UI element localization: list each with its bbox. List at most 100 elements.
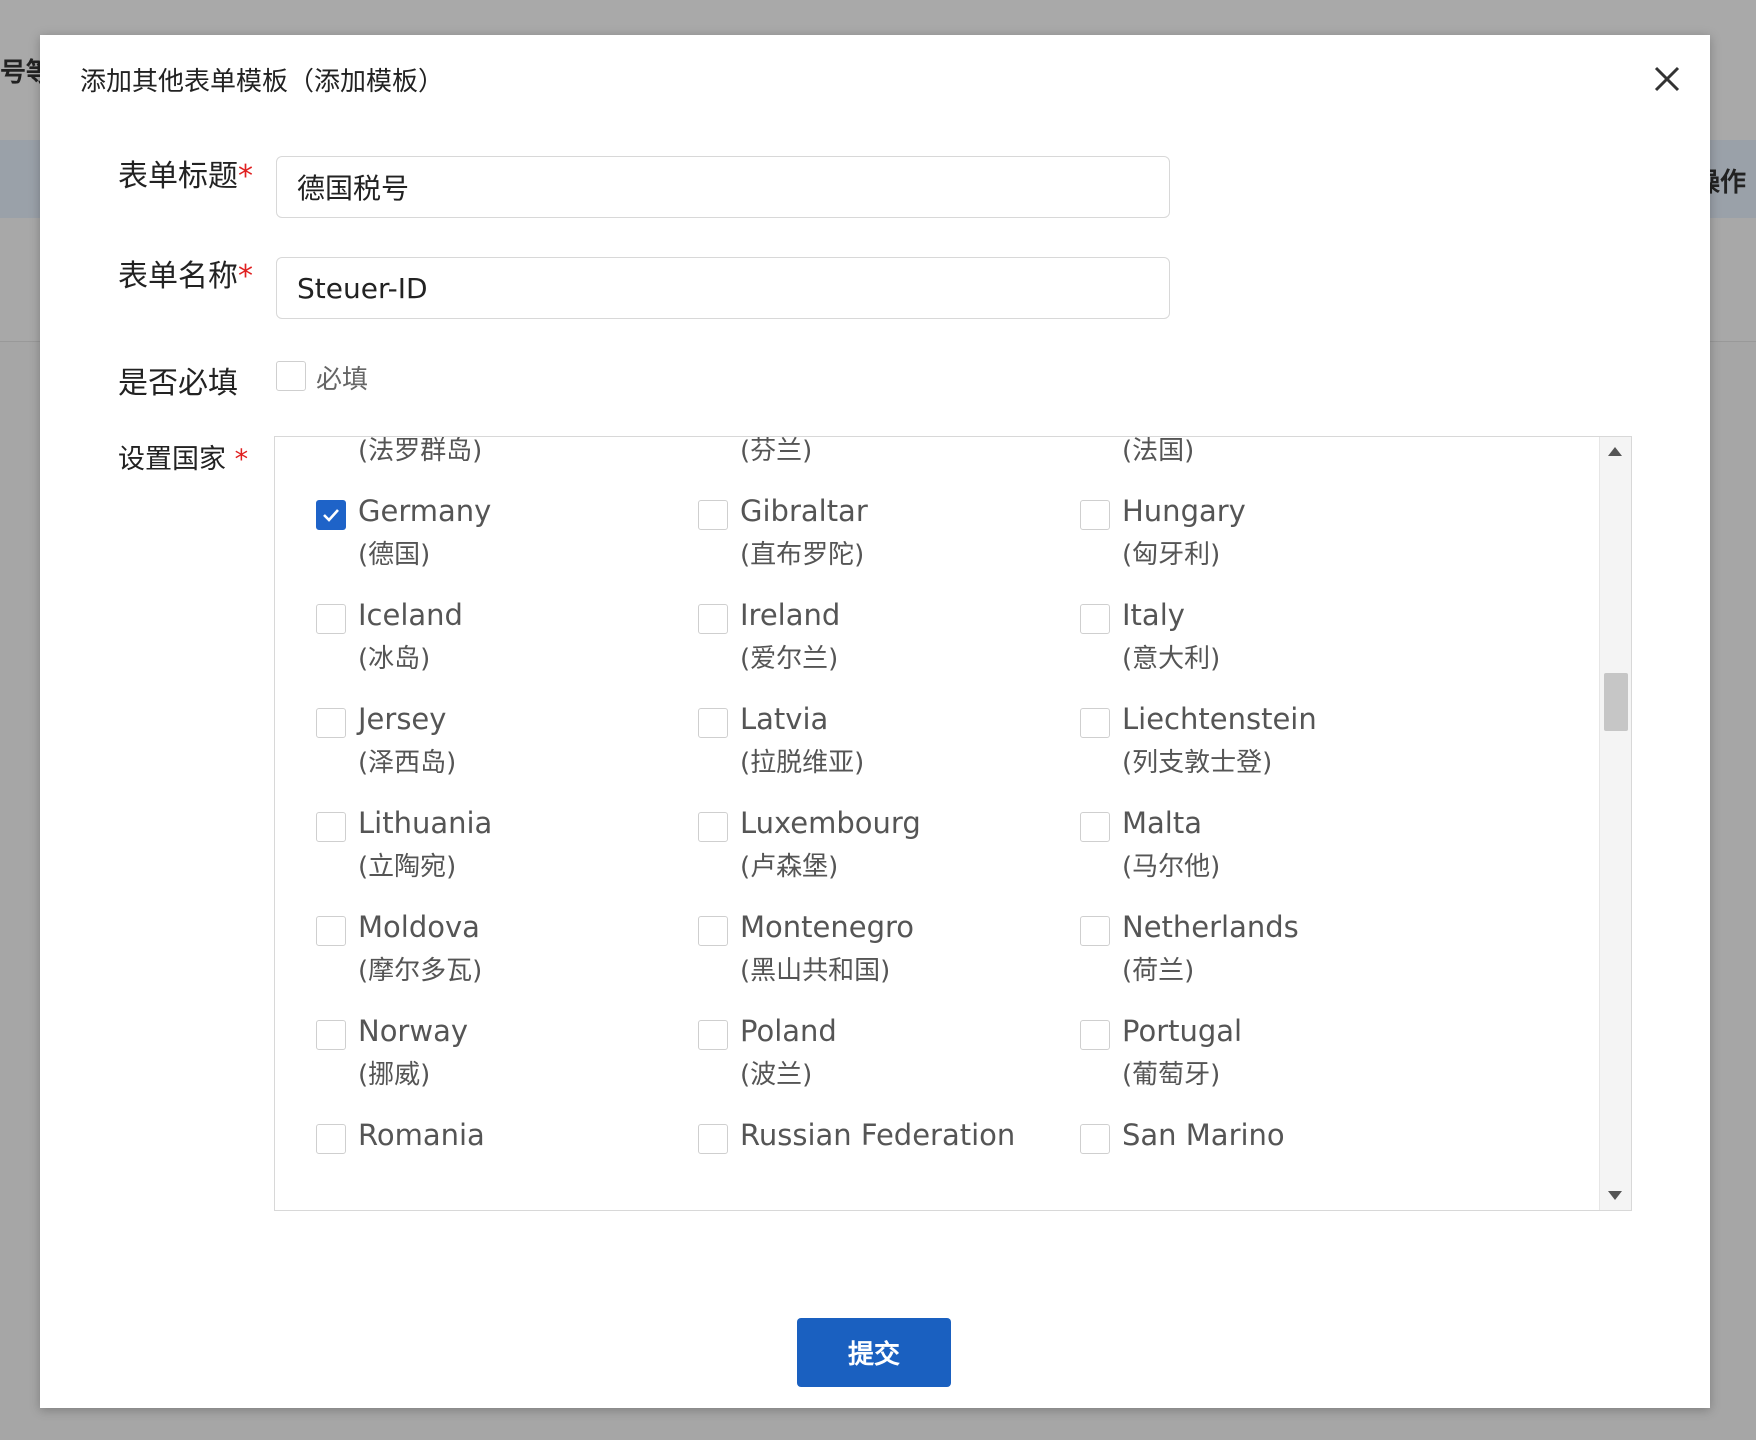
scroll-thumb[interactable] <box>1604 673 1628 731</box>
country-checkbox[interactable] <box>316 812 346 842</box>
country-checkbox[interactable] <box>316 1124 346 1154</box>
close-icon <box>1654 66 1680 92</box>
country-name-cn: (法国) <box>1122 436 1195 466</box>
required-checkbox-label[interactable]: 必填 <box>316 359 368 396</box>
country-item[interactable]: Hungary (匈牙利) <box>1080 494 1480 584</box>
country-checkbox[interactable] <box>316 1020 346 1050</box>
country-name-en: Luxembourg <box>740 806 921 840</box>
country-item[interactable]: Lithuania (立陶宛) <box>316 806 716 896</box>
country-item[interactable]: Netherlands (荷兰) <box>1080 910 1480 1000</box>
country-item[interactable]: Portugal (葡萄牙) <box>1080 1014 1480 1104</box>
required-setting-label: 是否必填 <box>118 366 238 401</box>
country-item[interactable]: (芬兰) <box>698 436 1098 480</box>
form-title-label: 表单标题* <box>118 159 253 194</box>
country-name-cn: (黑山共和国) <box>740 956 891 986</box>
country-name-cn: (芬兰) <box>740 436 813 466</box>
country-checkbox[interactable] <box>1080 500 1110 530</box>
scroll-up-arrow-icon[interactable] <box>1608 447 1622 456</box>
country-checkbox[interactable] <box>698 1124 728 1154</box>
country-name-en: Malta <box>1122 806 1202 840</box>
country-item[interactable]: Gibraltar (直布罗陀) <box>698 494 1098 584</box>
country-name-cn: (立陶宛) <box>358 852 457 882</box>
country-checkbox[interactable] <box>316 708 346 738</box>
country-name-en: Latvia <box>740 702 829 736</box>
country-name-cn: (列支敦士登) <box>1122 748 1273 778</box>
country-checkbox[interactable] <box>316 604 346 634</box>
country-item[interactable]: Norway (挪威) <box>316 1014 716 1104</box>
country-item[interactable]: Romania <box>316 1118 716 1208</box>
country-item[interactable]: Montenegro (黑山共和国) <box>698 910 1098 1000</box>
country-checkbox[interactable] <box>1080 812 1110 842</box>
country-checkbox[interactable] <box>698 916 728 946</box>
required-mark: * <box>238 259 253 294</box>
country-name-cn: (直布罗陀) <box>740 540 865 570</box>
country-name-cn: (法罗群岛) <box>358 436 483 466</box>
country-checkbox[interactable] <box>698 1020 728 1050</box>
country-item[interactable]: Latvia (拉脱维亚) <box>698 702 1098 792</box>
form-name-label: 表单名称* <box>118 259 253 294</box>
country-name-cn: (拉脱维亚) <box>740 748 865 778</box>
country-name-en: Ireland <box>740 598 841 632</box>
country-item[interactable]: San Marino <box>1080 1118 1480 1208</box>
country-name-cn: (爱尔兰) <box>740 644 839 674</box>
country-name-en: Jersey <box>358 702 447 736</box>
country-name-en: Norway <box>358 1014 469 1048</box>
country-item[interactable]: Moldova (摩尔多瓦) <box>316 910 716 1000</box>
country-item[interactable]: Jersey (泽西岛) <box>316 702 716 792</box>
country-checkbox[interactable] <box>1080 1020 1110 1050</box>
country-item[interactable]: Germany (德国) <box>316 494 716 584</box>
country-name-cn: (泽西岛) <box>358 748 457 778</box>
country-checkbox[interactable] <box>698 500 728 530</box>
dialog-title: 添加其他表单模板（添加模板） <box>80 67 445 97</box>
country-item[interactable]: Malta (马尔他) <box>1080 806 1480 896</box>
country-list-scrollbar[interactable] <box>1599 437 1631 1210</box>
country-checkbox[interactable] <box>1080 1124 1110 1154</box>
country-name-en: Romania <box>358 1118 485 1152</box>
country-name-en: Montenegro <box>740 910 915 944</box>
required-mark: * <box>234 444 249 475</box>
country-item[interactable]: Italy (意大利) <box>1080 598 1480 688</box>
country-item[interactable]: Ireland (爱尔兰) <box>698 598 1098 688</box>
required-mark: * <box>238 159 253 194</box>
country-checkbox[interactable] <box>316 500 346 530</box>
country-name-en: Gibraltar <box>740 494 868 528</box>
country-checkbox[interactable] <box>1080 916 1110 946</box>
country-name-en: Iceland <box>358 598 463 632</box>
country-name-en: Russian Federation <box>740 1118 1016 1152</box>
country-item[interactable]: (法国) <box>1080 436 1480 480</box>
country-name-cn: (挪威) <box>358 1060 431 1090</box>
country-name-en: San Marino <box>1122 1118 1285 1152</box>
country-checkbox[interactable] <box>1080 708 1110 738</box>
country-name-en: Portugal <box>1122 1014 1243 1048</box>
country-item[interactable]: Russian Federation <box>698 1118 1098 1208</box>
form-title-input[interactable] <box>276 156 1170 218</box>
country-name-cn: (摩尔多瓦) <box>358 956 483 986</box>
country-item[interactable]: (法罗群岛) <box>316 436 716 480</box>
country-name-cn: (匈牙利) <box>1122 540 1221 570</box>
country-name-en: Liechtenstein <box>1122 702 1317 736</box>
country-name-en: Hungary <box>1122 494 1246 528</box>
country-name-en: Lithuania <box>358 806 493 840</box>
country-name-en: Poland <box>740 1014 837 1048</box>
country-name-cn: (冰岛) <box>358 644 431 674</box>
submit-button[interactable]: 提交 <box>797 1318 951 1387</box>
form-name-input[interactable] <box>276 257 1170 319</box>
country-name-cn: (马尔他) <box>1122 852 1221 882</box>
country-item[interactable]: Liechtenstein (列支敦士登) <box>1080 702 1480 792</box>
country-checkbox[interactable] <box>316 916 346 946</box>
country-name-en: Moldova <box>358 910 480 944</box>
country-item[interactable]: Luxembourg (卢森堡) <box>698 806 1098 896</box>
country-checkbox[interactable] <box>698 812 728 842</box>
country-name-en: Netherlands <box>1122 910 1299 944</box>
add-template-dialog: 添加其他表单模板（添加模板） 表单标题* 表单名称* 是否必填 必填 设置国家 … <box>40 35 1710 1408</box>
country-checkbox[interactable] <box>698 604 728 634</box>
required-checkbox[interactable] <box>276 361 306 391</box>
country-checkbox[interactable] <box>1080 604 1110 634</box>
close-button[interactable] <box>1645 57 1689 101</box>
country-item[interactable]: Poland (波兰) <box>698 1014 1098 1104</box>
country-list: (法罗群岛) (芬兰) (法国) Germany (德国) Gibraltar (直布罗陀)… <box>274 436 1632 1211</box>
country-checkbox[interactable] <box>698 708 728 738</box>
country-name-cn: (波兰) <box>740 1060 813 1090</box>
country-item[interactable]: Iceland (冰岛) <box>316 598 716 688</box>
scroll-down-arrow-icon[interactable] <box>1608 1191 1622 1200</box>
